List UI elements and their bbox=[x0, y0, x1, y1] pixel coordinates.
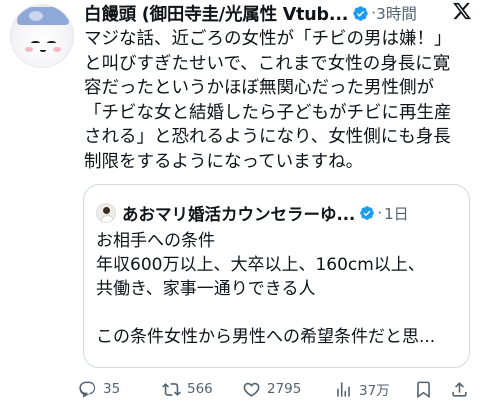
views-count: 37万 bbox=[359, 383, 390, 399]
share-button[interactable] bbox=[450, 376, 475, 402]
action-bar: 35 566 2795 37万 bbox=[78, 376, 478, 402]
like-count: 2795 bbox=[267, 381, 302, 397]
reply-count: 35 bbox=[103, 381, 121, 397]
post-body: マジな話、近ごろの女性が「チビの男は嫌！」 と叫びすぎたせいで、これまで女性の身… bbox=[84, 27, 470, 174]
bookmark-icon bbox=[417, 381, 430, 398]
repost-button[interactable]: 566 bbox=[162, 376, 213, 402]
post-body-line: 「チビな女と結婚したら子どもがチビに再生産 bbox=[84, 102, 452, 123]
quoted-body-line: 年収600万以上、大卒以上、160cm以上、 bbox=[96, 255, 425, 275]
post-body-line: 制限をするようになっていますね。 bbox=[84, 151, 364, 172]
heart-icon bbox=[243, 382, 260, 397]
post-header: 白饅頭 (御田寺圭/光属性 Vtub... · 3時間 bbox=[84, 0, 472, 26]
avatar-cap bbox=[17, 7, 69, 25]
views-button[interactable]: 37万 bbox=[334, 376, 390, 402]
post-time[interactable]: 3時間 bbox=[376, 2, 417, 24]
author-avatar[interactable] bbox=[10, 4, 74, 68]
verified-badge-icon bbox=[360, 206, 375, 220]
post-body-line: される」と恐れるようになり、女性側にも身長 bbox=[84, 127, 451, 147]
reply-button[interactable]: 35 bbox=[78, 376, 120, 402]
avatar-cheek-left bbox=[25, 47, 33, 52]
share-icon bbox=[452, 381, 467, 397]
quoted-post-separator: · bbox=[377, 204, 383, 222]
avatar-eye-right bbox=[47, 41, 56, 45]
quoted-post-header: あおマリ婚活カウンセラーゆ... · 1日 bbox=[96, 201, 409, 225]
views-chart-icon bbox=[337, 381, 350, 397]
quoted-body-line: 共働き、家事一通りできる人 bbox=[96, 279, 316, 299]
quoted-post-time: 1日 bbox=[384, 204, 409, 223]
like-button[interactable]: 2795 bbox=[242, 376, 301, 402]
bookmark-button[interactable] bbox=[414, 376, 439, 402]
verified-badge-icon bbox=[353, 5, 368, 21]
x-logo-icon[interactable] bbox=[452, 1, 472, 21]
repost-count: 566 bbox=[187, 381, 213, 397]
post-body-line: 容だったというかほぼ無関心だった男性側が bbox=[84, 78, 434, 98]
avatar-cheek-right bbox=[53, 47, 61, 52]
reply-icon bbox=[79, 381, 96, 398]
quoted-body-blank-line bbox=[96, 301, 456, 325]
quoted-author-name: あおマリ婚活カウンセラーゆ... bbox=[122, 205, 356, 224]
avatar-mouth bbox=[40, 49, 46, 52]
post-body-line: と叫びすぎたせいで、これまで女性の身長に寛 bbox=[84, 53, 451, 74]
quoted-body-line: この条件女性から男性への希望条件だと思... bbox=[96, 327, 436, 347]
post-body-line: マジな話、近ごろの女性が「チビの男は嫌！」 bbox=[84, 29, 452, 49]
avatar-cap-highlight bbox=[29, 11, 43, 21]
quoted-body-line: お相手への条件 bbox=[96, 231, 215, 251]
avatar-eye-left bbox=[31, 41, 40, 45]
quoted-author-avatar bbox=[96, 203, 116, 223]
repost-icon bbox=[162, 382, 181, 396]
quoted-post[interactable]: あおマリ婚活カウンセラーゆ... · 1日 お相手への条件 年収600万以上、大… bbox=[83, 184, 470, 368]
author-name[interactable]: 白饅頭 (御田寺圭/光属性 Vtub... bbox=[84, 1, 348, 26]
quoted-post-body: お相手への条件 年収600万以上、大卒以上、160cm以上、 共働き、家事一通り… bbox=[96, 229, 456, 349]
